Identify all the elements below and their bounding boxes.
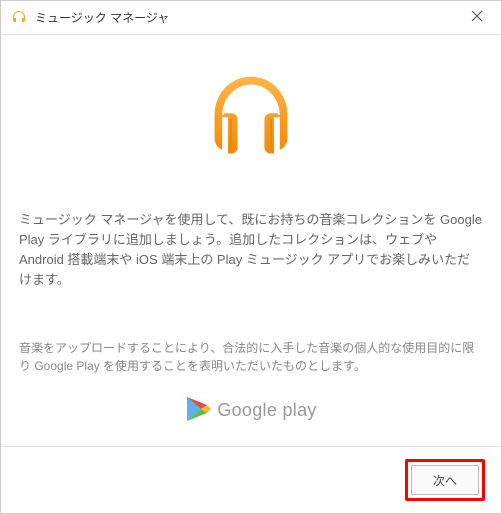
music-manager-icon <box>11 10 27 26</box>
spacer <box>19 295 483 339</box>
close-button[interactable] <box>461 2 493 34</box>
hero-image <box>19 35 483 206</box>
description-text: ミュージック マネージャを使用して、既にお持ちの音楽コレクションを Google… <box>19 206 483 295</box>
brand-label: Google play <box>217 400 316 421</box>
headphones-icon <box>203 71 299 170</box>
next-button[interactable]: 次へ <box>411 465 479 495</box>
google-play-icon <box>185 395 211 426</box>
close-icon <box>471 9 483 27</box>
footer: 次へ <box>1 446 501 513</box>
content-area: ミュージック マネージャを使用して、既にお持ちの音楽コレクションを Google… <box>1 35 501 446</box>
window-title: ミュージック マネージャ <box>35 9 461 26</box>
legal-text: 音楽をアップロードすることにより、合法的に入手した音楽の個人的な使用目的に限り … <box>19 339 483 395</box>
google-play-brand: Google play <box>19 395 483 446</box>
next-button-highlight: 次へ <box>405 459 485 501</box>
titlebar: ミュージック マネージャ <box>1 1 501 35</box>
